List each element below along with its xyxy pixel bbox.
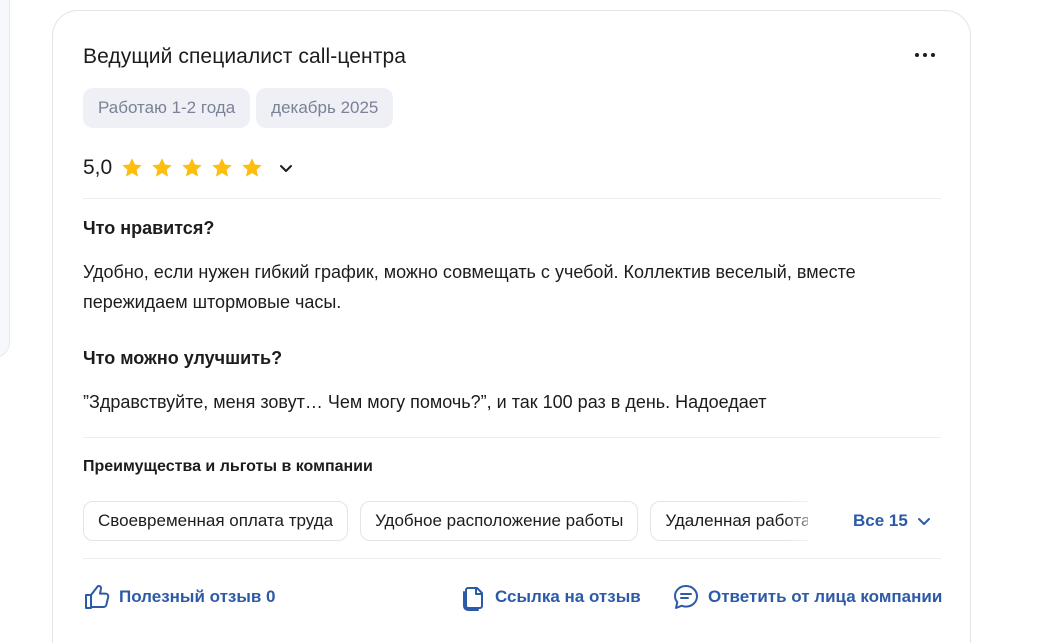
star-icon	[242, 158, 263, 177]
copy-link-icon	[463, 587, 483, 611]
review-card: Ведущий специалист call-центра Работаю 1…	[52, 10, 971, 643]
helpful-label: Полезный отзыв 0	[119, 587, 276, 606]
chat-reply-icon	[674, 585, 698, 609]
likes-title: Что нравится?	[83, 218, 215, 238]
benefits-chips: Своевременная оплата труда Удобное распо…	[83, 501, 808, 541]
rating-details-toggle[interactable]	[276, 158, 296, 178]
review-actions: Полезный отзыв 0 Ссылка на отзыв Ответит…	[83, 581, 943, 613]
more-options-button[interactable]	[911, 41, 939, 69]
chips-fade	[783, 501, 808, 541]
benefit-chip[interactable]: Удобное расположение работы	[360, 501, 639, 541]
divider	[83, 558, 941, 559]
review-title: Ведущий специалист call-центра	[83, 45, 407, 68]
tag-date: декабрь 2025	[256, 88, 394, 128]
copy-link-label: Ссылка на отзыв	[495, 587, 641, 606]
show-all-benefits-button[interactable]: Все 15	[853, 511, 932, 531]
review-tags: Работаю 1-2 года декабрь 2025	[83, 88, 394, 128]
star-icon	[182, 158, 203, 177]
copy-link-button[interactable]: Ссылка на отзыв	[461, 581, 641, 613]
more-icon	[915, 53, 919, 57]
benefit-chip[interactable]: Своевременная оплата труда	[83, 501, 349, 541]
reply-label: Ответить от лица компании	[708, 587, 943, 606]
reply-as-company-button[interactable]: Ответить от лица компании	[672, 581, 942, 613]
rating: 5,0	[83, 156, 296, 180]
tag-experience: Работаю 1-2 года	[83, 88, 251, 128]
benefits-title: Преимущества и льготы в компании	[83, 458, 373, 475]
likes-text: Удобно, если нужен гибкий график, можно …	[83, 262, 856, 312]
show-all-label: Все 15	[853, 511, 908, 530]
rating-stars	[120, 156, 264, 180]
helpful-review-button[interactable]: Полезный отзыв 0	[83, 581, 276, 613]
star-icon	[122, 158, 143, 177]
thumb-up-icon	[85, 585, 110, 609]
divider	[83, 437, 941, 438]
star-icon	[212, 158, 233, 177]
divider	[83, 198, 941, 199]
rating-value: 5,0	[83, 156, 113, 179]
chevron-down-icon	[280, 165, 293, 172]
chevron-down-icon	[917, 518, 930, 525]
star-icon	[152, 158, 173, 177]
improve-text: ”Здравствуйте, меня зовут… Чем могу помо…	[83, 392, 767, 412]
side-panel	[0, 0, 10, 358]
improve-title: Что можно улучшить?	[83, 348, 283, 368]
